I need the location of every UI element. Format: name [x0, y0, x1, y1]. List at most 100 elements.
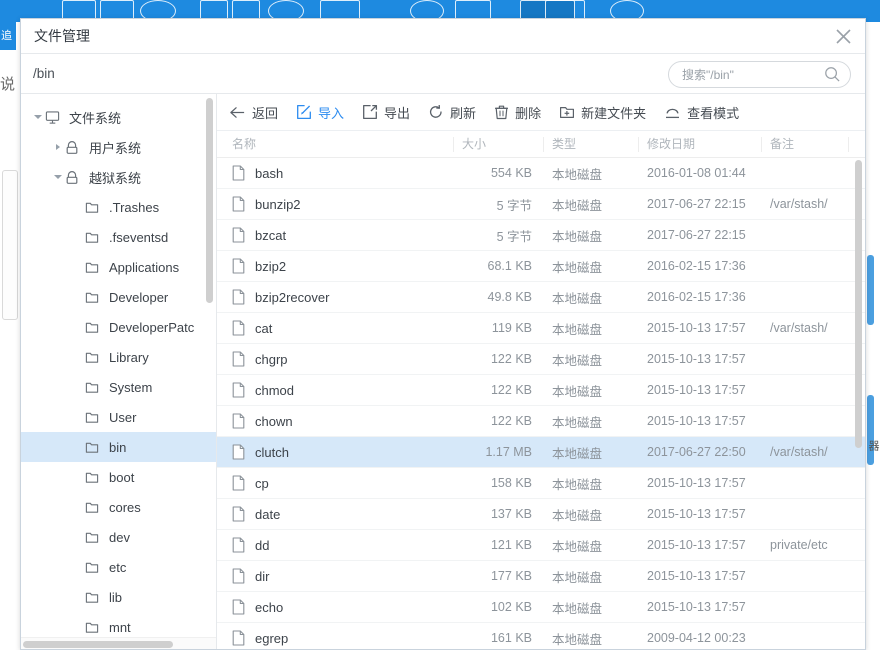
table-row[interactable]: chmod122 KB本地磁盘2015-10-13 17:57 [217, 375, 865, 406]
tree-twisty-placeholder [71, 252, 85, 282]
table-row[interactable]: bunzip25 字节本地磁盘2017-06-27 22:15/var/stas… [217, 189, 865, 220]
folder-icon [85, 380, 107, 394]
import-button[interactable]: 导入 [296, 94, 344, 131]
table-row[interactable]: date137 KB本地磁盘2015-10-13 17:57 [217, 499, 865, 530]
tree-twisty-placeholder [71, 402, 85, 432]
table-row[interactable]: cp158 KB本地磁盘2015-10-13 17:57 [217, 468, 865, 499]
sidebar-item-用户系统[interactable]: 用户系统 [21, 132, 216, 162]
folder-icon [85, 440, 107, 454]
column-header-type[interactable]: 类型 [552, 131, 576, 158]
file-name: bzcat [255, 228, 286, 243]
file-date: 2009-04-12 00:23 [647, 631, 746, 645]
sidebar-item-system[interactable]: System [21, 372, 216, 402]
toolbar-button-label: 导出 [384, 103, 410, 122]
sidebar-item-developerpatc[interactable]: DeveloperPatc [21, 312, 216, 342]
table-row[interactable]: bash554 KB本地磁盘2016-01-08 01:44 [217, 158, 865, 189]
table-row[interactable]: bzip2recover49.8 KB本地磁盘2016-02-15 17:36 [217, 282, 865, 313]
table-row[interactable]: chgrp122 KB本地磁盘2015-10-13 17:57 [217, 344, 865, 375]
page-title: 文件管理 [34, 26, 90, 46]
file-type: 本地磁盘 [552, 536, 602, 555]
search-icon[interactable] [824, 66, 841, 83]
column-divider[interactable] [848, 137, 849, 152]
column-header-name[interactable]: 名称 [232, 131, 256, 158]
column-divider[interactable] [543, 137, 544, 152]
file-icon [232, 537, 245, 556]
chevron-down-icon[interactable] [51, 162, 65, 192]
sidebar-item-dot-fseventsd[interactable]: .fseventsd [21, 222, 216, 252]
sidebar: 文件系统用户系统越狱系统.Trashes.fseventsdApplicatio… [21, 94, 217, 649]
toolbar-button-label: 刷新 [450, 103, 476, 122]
sidebar-horizontal-scrollbar-thumb[interactable] [23, 641, 173, 648]
toolbar-button-label: 返回 [252, 103, 278, 122]
column-header-date[interactable]: 修改日期 [647, 131, 695, 158]
file-type: 本地磁盘 [552, 226, 602, 245]
view-mode-button[interactable]: 查看模式 [664, 94, 739, 131]
column-divider[interactable] [638, 137, 639, 152]
file-name: date [255, 507, 280, 522]
sidebar-item-etc[interactable]: etc [21, 552, 216, 582]
table-row[interactable]: bzcat5 字节本地磁盘2017-06-27 22:15 [217, 220, 865, 251]
sidebar-item-越狱系统[interactable]: 越狱系统 [21, 162, 216, 192]
sidebar-item-dev[interactable]: dev [21, 522, 216, 552]
sidebar-item-label: mnt [109, 620, 131, 635]
table-row[interactable]: clutch1.17 MB本地磁盘2017-06-27 22:50/var/st… [217, 437, 865, 468]
chevron-down-icon[interactable] [31, 102, 45, 132]
table-row[interactable]: bzip268.1 KB本地磁盘2016-02-15 17:36 [217, 251, 865, 282]
lock-icon [65, 170, 87, 185]
tree-twisty-placeholder [71, 192, 85, 222]
folder-plus-button[interactable]: 新建文件夹 [559, 94, 646, 131]
file-icon [232, 413, 245, 432]
view-mode-icon [664, 105, 681, 120]
column-header-size[interactable]: 大小 [462, 131, 486, 158]
sidebar-item-cores[interactable]: cores [21, 492, 216, 522]
search-input[interactable] [682, 68, 807, 82]
chevron-right-icon[interactable] [51, 132, 65, 162]
file-list-vertical-scrollbar[interactable] [855, 160, 862, 448]
sidebar-item-dot-trashes[interactable]: .Trashes [21, 192, 216, 222]
table-row[interactable]: dir177 KB本地磁盘2015-10-13 17:57 [217, 561, 865, 592]
folder-icon [85, 620, 107, 634]
search-box[interactable] [668, 61, 851, 88]
file-note: /var/stash/ [770, 197, 828, 211]
file-date: 2015-10-13 17:57 [647, 538, 746, 552]
folder-icon [85, 560, 107, 574]
arrow-left-button[interactable]: 返回 [229, 94, 278, 131]
toolbar-button-label: 新建文件夹 [581, 103, 646, 122]
trash-button[interactable]: 删除 [494, 94, 541, 131]
refresh-button[interactable]: 刷新 [428, 94, 476, 131]
sidebar-item-library[interactable]: Library [21, 342, 216, 372]
sidebar-item-文件系统[interactable]: 文件系统 [21, 102, 216, 132]
sidebar-item-boot[interactable]: boot [21, 462, 216, 492]
table-row[interactable]: dd121 KB本地磁盘2015-10-13 17:57private/etc [217, 530, 865, 561]
table-row[interactable]: egrep161 KB本地磁盘2009-04-12 00:23 [217, 623, 865, 649]
sidebar-item-label: DeveloperPatc [109, 320, 194, 335]
file-date: 2015-10-13 17:57 [647, 414, 746, 428]
export-button[interactable]: 导出 [362, 94, 410, 131]
column-divider[interactable] [453, 137, 454, 152]
table-row[interactable]: chown122 KB本地磁盘2015-10-13 17:57 [217, 406, 865, 437]
table-row[interactable]: cat119 KB本地磁盘2015-10-13 17:57/var/stash/ [217, 313, 865, 344]
sidebar-item-lib[interactable]: lib [21, 582, 216, 612]
sidebar-item-label: boot [109, 470, 134, 485]
folder-icon [85, 230, 107, 244]
tree-twisty-placeholder [71, 312, 85, 342]
file-size: 49.8 KB [462, 290, 532, 304]
file-name: bash [255, 166, 283, 181]
sidebar-item-developer[interactable]: Developer [21, 282, 216, 312]
folder-icon [85, 590, 107, 604]
sidebar-item-bin[interactable]: bin [21, 432, 216, 462]
folder-icon [85, 290, 107, 304]
table-row[interactable]: echo102 KB本地磁盘2015-10-13 17:57 [217, 592, 865, 623]
close-icon[interactable] [827, 21, 859, 51]
sidebar-item-applications[interactable]: Applications [21, 252, 216, 282]
sidebar-item-label: etc [109, 560, 126, 575]
sidebar-horizontal-scrollbar[interactable] [21, 637, 217, 649]
column-divider[interactable] [761, 137, 762, 152]
sidebar-vertical-scrollbar[interactable] [206, 98, 213, 303]
tree-twisty-placeholder [71, 582, 85, 612]
sidebar-item-user[interactable]: User [21, 402, 216, 432]
tree-twisty-placeholder [71, 492, 85, 522]
file-name: dir [255, 569, 269, 584]
file-name: bzip2recover [255, 290, 329, 305]
column-header-note[interactable]: 备注 [770, 131, 794, 158]
